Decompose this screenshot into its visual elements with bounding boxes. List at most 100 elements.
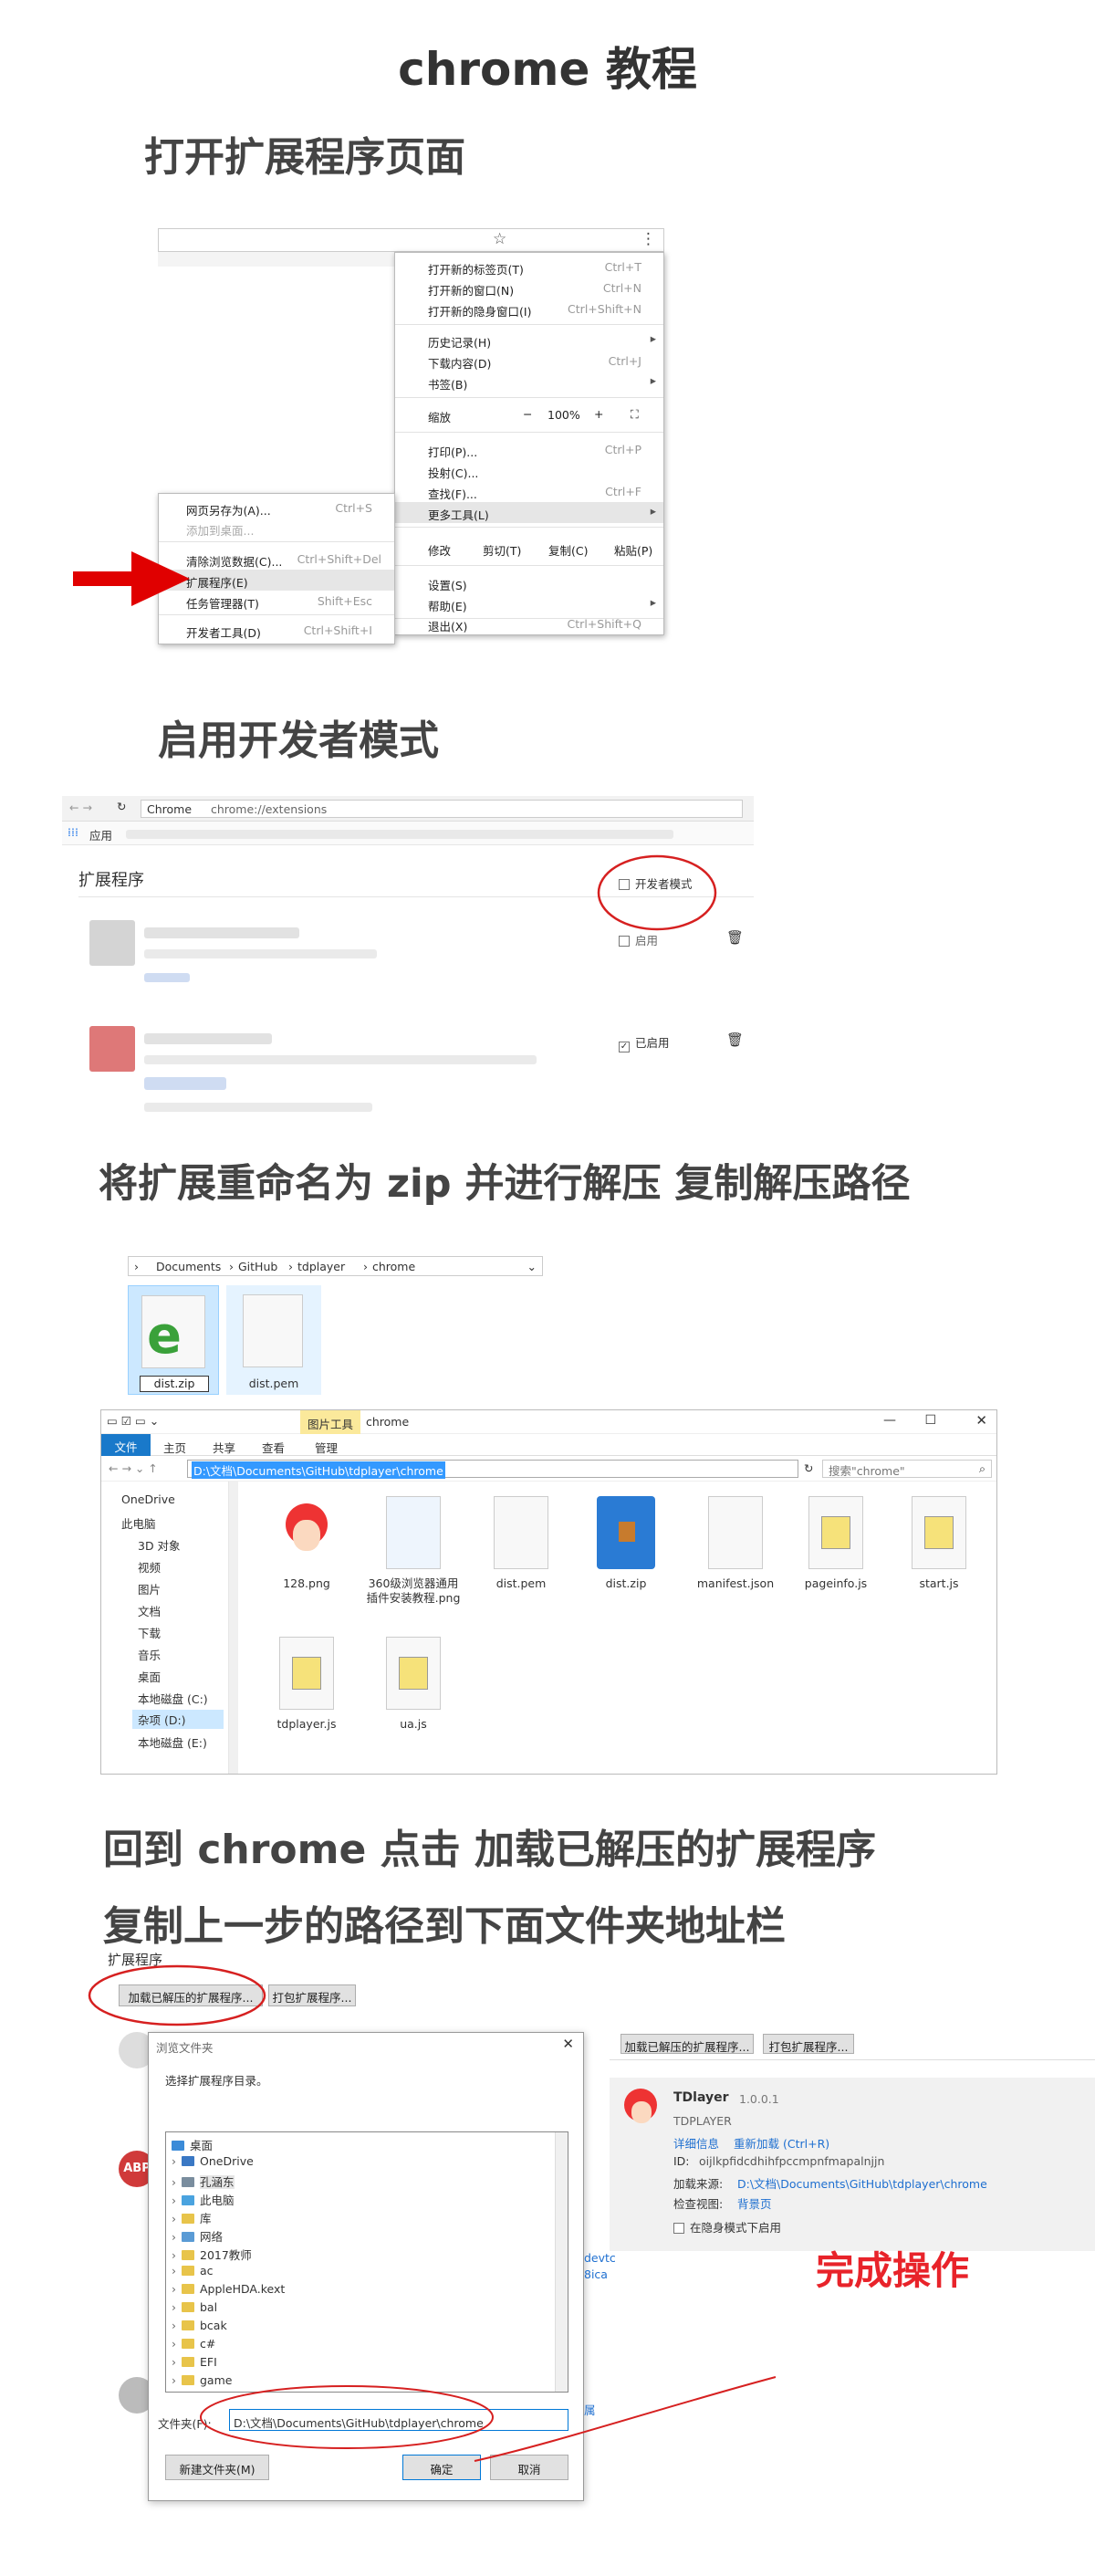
- nav-downloads[interactable]: 下载: [138, 1624, 161, 1641]
- submenu-save-page[interactable]: 网页另存为(A)... Ctrl+S: [159, 497, 394, 518]
- nav-drive-d[interactable]: 杂项 (D:): [132, 1710, 224, 1729]
- nav-drive-c[interactable]: 本地磁盘 (C:): [138, 1690, 208, 1707]
- trash-icon[interactable]: 🗑: [726, 929, 744, 946]
- blurred-bookmarks: [126, 830, 673, 839]
- more-tools-submenu: 网页另存为(A)... Ctrl+S 添加到桌面... 清除浏览数据(C)... C…: [158, 493, 395, 644]
- nav-3d[interactable]: 3D 对象: [138, 1536, 181, 1554]
- nav-documents[interactable]: 文档: [138, 1602, 161, 1619]
- menu-item-more-tools[interactable]: 更多工具(L) ▸: [395, 502, 663, 523]
- zoom-out-button[interactable]: −: [523, 407, 532, 421]
- bookmarks-bar: ⁞⁞⁞ 应用: [62, 822, 754, 845]
- nav-pane: OneDrive 此电脑 3D 对象 视频 图片 文档 下载 音乐 桌面 本地磁…: [101, 1482, 229, 1774]
- zip-file-item[interactable]: e dist.zip: [128, 1285, 219, 1395]
- dialog-close-icon[interactable]: ✕: [562, 2036, 574, 2052]
- ribbon-tabs: 文件 主页 共享 查看 管理: [101, 1434, 996, 1456]
- menu-item-new-tab[interactable]: 打开新的标签页(T) Ctrl+T: [395, 257, 663, 277]
- tree-this-pc[interactable]: › 此电脑: [172, 2191, 235, 2208]
- folder-tree[interactable]: 桌面 › OneDrive › 孔涵东 › 此电脑 › 库 › 网络 › 2017教师 › a…: [165, 2131, 568, 2393]
- nav-scrollbar[interactable]: [229, 1482, 238, 1774]
- dialog-title: 浏览文件夹: [156, 2041, 214, 2055]
- nav-videos[interactable]: 视频: [138, 1558, 161, 1576]
- load-unpacked-button-right[interactable]: 加载已解压的扩展程序...: [620, 2034, 754, 2054]
- maximize-icon[interactable]: ☐: [924, 1413, 936, 1428]
- menu-item-settings[interactable]: 设置(S): [395, 572, 663, 593]
- tree-bal[interactable]: › bal: [172, 2300, 217, 2314]
- menu-item-history[interactable]: 历史记录(H) ▸: [395, 330, 663, 351]
- nav-onedrive[interactable]: OneDrive: [121, 1492, 175, 1506]
- rename-input[interactable]: dist.zip: [140, 1376, 209, 1392]
- rename-breadcrumb[interactable]: › Documents › GitHub › tdplayer › chrome ⌄: [128, 1256, 543, 1276]
- close-icon[interactable]: ✕: [975, 1412, 987, 1429]
- ext-source-link[interactable]: D:\文档\Documents\GitHub\tdplayer\chrome: [737, 2174, 987, 2192]
- nav-music[interactable]: 音乐: [138, 1646, 161, 1663]
- tree-scrollbar[interactable]: [555, 2132, 568, 2392]
- red-circle-annotation: [597, 854, 717, 931]
- menu-zoom-row: 缩放 − 100% + ⛶: [428, 407, 639, 424]
- reload-icon[interactable]: ↻: [117, 800, 126, 813]
- apps-icon[interactable]: ⁞⁞⁞: [68, 825, 78, 839]
- menu-item-new-window[interactable]: 打开新的窗口(N) Ctrl+N: [395, 277, 663, 298]
- tree-onedrive[interactable]: › OneDrive: [172, 2154, 254, 2168]
- tab-view[interactable]: 查看: [262, 1439, 285, 1456]
- nav-drive-e[interactable]: 本地磁盘 (E:): [138, 1733, 207, 1751]
- submenu-add-desktop[interactable]: 添加到桌面...: [159, 518, 394, 539]
- enabled-checkbox[interactable]: ✓ 已启用: [619, 1033, 670, 1052]
- submenu-clear-data[interactable]: 清除浏览数据(C)... Ctrl+Shift+Del: [159, 549, 394, 570]
- tree-applehda[interactable]: › AppleHDA.kext: [172, 2282, 285, 2296]
- fullscreen-icon[interactable]: ⛶: [631, 407, 639, 422]
- submenu-extensions[interactable]: 扩展程序(E): [159, 570, 394, 591]
- reload-link[interactable]: 重新加载 (Ctrl+R): [734, 2134, 829, 2152]
- tab-manage[interactable]: 管理: [315, 1439, 338, 1456]
- menu-item-exit[interactable]: 退出(X) Ctrl+Shift+Q: [395, 613, 663, 634]
- incognito-checkbox[interactable]: 在隐身模式下启用: [673, 2218, 781, 2236]
- submenu-dev-tools[interactable]: 开发者工具(D) Ctrl+Shift+I: [159, 620, 394, 641]
- menu-item-print[interactable]: 打印(P)... Ctrl+P: [395, 439, 663, 460]
- zoom-in-button[interactable]: +: [594, 407, 603, 421]
- pack-extension-button[interactable]: 打包扩展程序...: [268, 1984, 356, 2006]
- enable-checkbox[interactable]: 启用: [619, 931, 658, 948]
- menu-item-find[interactable]: 查找(F)... Ctrl+F: [395, 481, 663, 502]
- menu-item-incognito[interactable]: 打开新的隐身窗口(I) Ctrl+Shift+N: [395, 298, 663, 319]
- cut-button[interactable]: 剪切(T): [483, 541, 521, 559]
- menu-item-bookmarks[interactable]: 书签(B) ▸: [395, 372, 663, 393]
- tree-efi[interactable]: › EFI: [172, 2355, 217, 2369]
- tree-2017[interactable]: › 2017教师: [172, 2246, 252, 2263]
- pem-file-item[interactable]: dist.pem: [226, 1285, 321, 1395]
- minimize-icon[interactable]: —: [883, 1413, 896, 1428]
- paste-button[interactable]: 粘贴(P): [614, 541, 652, 559]
- window-title: chrome: [366, 1415, 410, 1429]
- omnibox[interactable]: Chrome chrome://extensions: [141, 800, 743, 818]
- star-icon[interactable]: ☆: [493, 230, 506, 248]
- ribbon-tool-tab[interactable]: 图片工具: [300, 1410, 361, 1434]
- ext-id: oijlkpfidcdhihfpccmpnfmapalnjjn: [699, 2154, 885, 2168]
- tab-file[interactable]: 文件: [101, 1434, 151, 1456]
- pack-extension-button-right[interactable]: 打包扩展程序...: [763, 2034, 854, 2054]
- tab-share[interactable]: 共享: [213, 1439, 235, 1456]
- tab-home[interactable]: 主页: [163, 1439, 186, 1456]
- tree-ac[interactable]: › ac: [172, 2264, 214, 2278]
- apps-label[interactable]: 应用: [89, 826, 112, 843]
- avatar-thumb: [275, 1496, 339, 1569]
- copy-button[interactable]: 复制(C): [548, 541, 588, 559]
- details-link[interactable]: 详细信息: [673, 2134, 719, 2152]
- menu-item-downloads[interactable]: 下载内容(D) Ctrl+J: [395, 351, 663, 372]
- menu-dots-icon[interactable]: ⋮: [641, 230, 656, 248]
- explorer-path-input[interactable]: D:\文档\Documents\GitHub\tdplayer\chrome: [187, 1460, 798, 1479]
- tree-bcak[interactable]: › bcak: [172, 2319, 227, 2332]
- tree-library[interactable]: › 库: [172, 2209, 212, 2226]
- menu-item-help[interactable]: 帮助(E) ▸: [395, 593, 663, 614]
- tree-network[interactable]: › 网络: [172, 2227, 223, 2245]
- tree-csharp[interactable]: › c#: [172, 2337, 215, 2351]
- background-page-link[interactable]: 背景页: [737, 2194, 772, 2212]
- explorer-search[interactable]: 搜索"chrome" ⌕: [822, 1460, 992, 1478]
- nav-pictures[interactable]: 图片: [138, 1580, 161, 1597]
- menu-item-cast[interactable]: 投射(C)...: [395, 460, 663, 481]
- submenu-task-manager[interactable]: 任务管理器(T) Shift+Esc: [159, 591, 394, 612]
- nav-this-pc[interactable]: 此电脑: [121, 1514, 156, 1532]
- nav-desktop[interactable]: 桌面: [138, 1668, 161, 1685]
- tree-user[interactable]: › 孔涵东: [172, 2173, 235, 2190]
- red-arrow-icon: [73, 551, 190, 606]
- trash-icon[interactable]: 🗑: [726, 1031, 744, 1048]
- tree-desktop[interactable]: 桌面: [172, 2136, 213, 2153]
- refresh-icon[interactable]: ↻: [804, 1461, 813, 1475]
